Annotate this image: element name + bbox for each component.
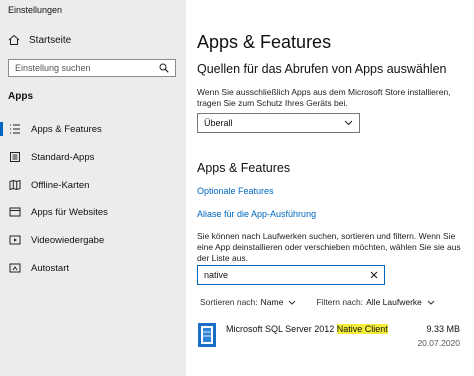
sidebar-item-default-apps[interactable]: Standard-Apps	[0, 145, 186, 169]
chevron-down-icon	[427, 300, 435, 305]
startup-icon	[9, 263, 21, 273]
sources-heading: Quellen für das Abrufen von Apps auswähl…	[197, 62, 447, 76]
apps-section-description: Sie können nach Laufwerken suchen, sorti…	[197, 231, 461, 263]
sidebar-item-label: Autostart	[31, 262, 70, 274]
search-match-highlight: Native Client	[336, 324, 388, 334]
sidebar-item-apps-websites[interactable]: Apps für Websites	[0, 200, 186, 224]
clear-icon[interactable]	[370, 271, 378, 279]
sidebar-item-label: Videowiedergabe	[31, 234, 105, 246]
apps-section-heading: Apps & Features	[197, 161, 291, 175]
settings-search-input[interactable]	[15, 63, 155, 73]
sidebar-item-apps-features[interactable]: Apps & Features	[0, 117, 186, 141]
sidebar-item-startup[interactable]: Autostart	[0, 256, 186, 280]
video-playback-icon	[9, 235, 21, 245]
apps-features-icon	[10, 124, 20, 134]
app-list-item[interactable]: Microsoft SQL Server 2012 Native Client …	[196, 321, 460, 353]
home-link[interactable]: Startseite	[8, 34, 71, 46]
app-size: 9.33 MB	[426, 324, 460, 334]
chevron-down-icon	[344, 120, 353, 126]
filter-value: Alle Laufwerke	[366, 297, 422, 307]
sidebar-item-offline-maps[interactable]: Offline-Karten	[0, 173, 186, 197]
sidebar-section-title: Apps	[8, 91, 33, 102]
filter-dropdown[interactable]: Filtern nach: Alle Laufwerke	[316, 297, 435, 307]
home-label: Startseite	[29, 34, 72, 46]
apps-websites-icon	[9, 207, 21, 217]
app-search-box[interactable]	[197, 265, 385, 285]
sort-dropdown[interactable]: Sortieren nach: Name	[200, 297, 296, 307]
window-title: Einstellungen	[8, 5, 63, 15]
chevron-down-icon	[288, 300, 296, 305]
sort-value: Name	[260, 297, 284, 307]
sidebar-item-label: Offline-Karten	[31, 179, 90, 191]
app-search-input[interactable]	[204, 270, 354, 280]
sources-description: Wenn Sie ausschließlich Apps aus dem Mic…	[197, 87, 451, 108]
filter-label: Filtern nach:	[316, 297, 364, 307]
page-title: Apps & Features	[197, 32, 332, 52]
sidebar-item-label: Apps für Websites	[31, 206, 108, 218]
sidebar: Einstellungen Startseite Apps Apps & Fea…	[0, 0, 186, 376]
search-icon[interactable]	[159, 63, 169, 73]
sql-server-icon	[198, 323, 216, 347]
sidebar-item-label: Standard-Apps	[31, 151, 95, 163]
sort-filter-bar: Sortieren nach: Name Filtern nach: Alle …	[200, 297, 435, 307]
app-aliases-link[interactable]: Aliase für die App-Ausführung	[197, 209, 316, 219]
app-name: Microsoft SQL Server 2012 Native Client	[226, 324, 388, 334]
main-content: Apps & Features Quellen für das Abrufen …	[186, 0, 474, 376]
offline-maps-icon	[9, 179, 21, 191]
settings-search-box[interactable]	[8, 59, 176, 77]
optional-features-link[interactable]: Optionale Features	[197, 186, 274, 196]
default-apps-icon	[10, 152, 20, 162]
app-name-prefix: Microsoft SQL Server 2012	[226, 324, 337, 334]
sort-label: Sortieren nach:	[200, 297, 258, 307]
home-icon	[8, 34, 20, 45]
sources-dropdown[interactable]: Überall	[197, 113, 360, 133]
sidebar-item-label: Apps & Features	[31, 123, 102, 135]
sources-dropdown-value: Überall	[204, 118, 233, 128]
app-date: 20.07.2020	[417, 338, 460, 348]
sidebar-item-video-playback[interactable]: Videowiedergabe	[0, 228, 186, 252]
